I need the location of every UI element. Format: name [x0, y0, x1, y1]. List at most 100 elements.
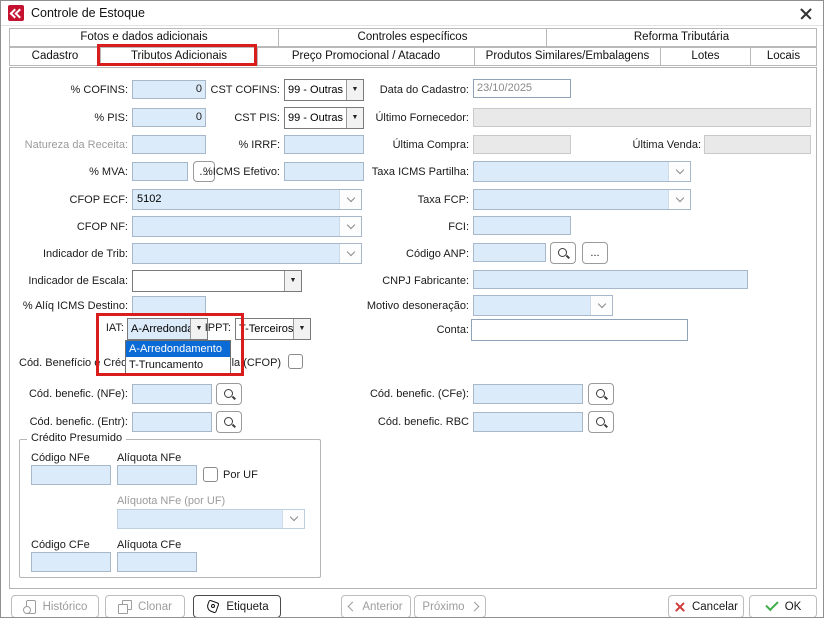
taxa-fcp-combo[interactable]	[473, 189, 691, 210]
clonar-label: Clonar	[138, 601, 172, 613]
cod-benefic-rbc-label: Cód. benefic. RBC	[341, 416, 469, 430]
beneficio-tabela-checkbox[interactable]	[288, 354, 303, 369]
window-title: Controle de Estoque	[31, 6, 145, 20]
tab-preco-promocional-atacado[interactable]: Preço Promocional / Atacado	[257, 47, 475, 66]
cancelar-button[interactable]: Cancelar	[668, 595, 744, 618]
ippt-combo[interactable]: T-Terceiros ▼	[235, 318, 311, 340]
tab-lotes[interactable]: Lotes	[660, 47, 751, 66]
indicador-trib-combo[interactable]	[132, 243, 362, 264]
search-icon	[223, 388, 236, 401]
ok-label: OK	[785, 601, 802, 613]
cfop-nf-value	[133, 217, 339, 236]
cfop-nf-label: CFOP NF:	[7, 221, 128, 235]
cnpj-fabricante-label: CNPJ Fabricante:	[341, 275, 469, 289]
chevron-down-icon	[282, 510, 304, 528]
cod-benefic-rbc-field[interactable]	[473, 412, 583, 432]
ippt-value: T-Terceiros	[236, 319, 293, 339]
clonar-button[interactable]: Clonar	[105, 595, 185, 618]
historico-button[interactable]: Histórico	[11, 595, 99, 618]
cod-benefic-entr-search-button[interactable]	[216, 411, 242, 433]
por-uf-checkbox[interactable]	[203, 467, 218, 482]
codigo-nfe-field[interactable]	[31, 465, 111, 485]
icms-efetivo-label: %ICMS Efetivo:	[159, 166, 280, 180]
indicador-trib-label: Indicador de Trib:	[7, 248, 128, 262]
cancel-x-icon	[674, 601, 686, 613]
dialog-controle-de-estoque: Controle de Estoque Fotos e dados adicio…	[0, 0, 824, 618]
chevron-down-icon[interactable]	[668, 162, 690, 181]
cod-benefic-entr-field[interactable]	[132, 412, 212, 432]
chevron-down-icon[interactable]	[590, 296, 612, 315]
cfop-ecf-value: 5102	[133, 190, 339, 209]
ultima-compra-field	[473, 135, 571, 154]
check-icon	[765, 600, 779, 613]
tab-produtos-similares-embalagens[interactable]: Produtos Similares/Embalagens	[474, 47, 661, 66]
data-cadastro-label: Data do Cadastro:	[341, 84, 469, 98]
aliquota-nfe-label: Alíquota NFe	[117, 452, 207, 466]
cod-benefic-entr-label: Cód. benefic. (Entr):	[7, 416, 128, 430]
tab-reforma-tributaria[interactable]: Reforma Tributária	[546, 28, 817, 47]
motivo-desoneracao-combo[interactable]	[473, 295, 613, 316]
search-icon	[557, 247, 570, 260]
dropdown-arrow-icon[interactable]: ▼	[293, 319, 310, 339]
ultimo-fornecedor-field	[473, 108, 811, 127]
ok-button[interactable]: OK	[749, 595, 817, 618]
cod-benefic-nfe-search-button[interactable]	[216, 383, 242, 405]
taxa-icms-partilha-label: Taxa ICMS Partilha:	[341, 166, 469, 180]
proximo-button[interactable]: Próximo	[414, 595, 486, 618]
conta-label: Conta:	[341, 324, 469, 338]
cfop-ecf-combo[interactable]: 5102	[132, 189, 362, 210]
cod-benefic-cfe-search-button[interactable]	[588, 383, 614, 405]
credito-presumido-title: Crédito Presumido	[27, 432, 126, 444]
cod-benefic-nfe-label: Cód. benefic. (NFe):	[7, 388, 128, 402]
anterior-label: Anterior	[362, 601, 402, 613]
cst-pis-label: CST PIS:	[159, 112, 280, 126]
etiqueta-button[interactable]: Etiqueta	[193, 595, 281, 618]
indicador-escala-label: Indicador de Escala:	[7, 275, 128, 289]
codigo-anp-browse-button[interactable]: ...	[582, 242, 608, 264]
codigo-cfe-field[interactable]	[31, 552, 111, 572]
motivo-desoneracao-label: Motivo desoneração:	[341, 300, 469, 314]
aliquota-nfe-uf-label: Alíquota NFe (por UF)	[117, 495, 277, 509]
conta-field[interactable]	[471, 319, 688, 341]
aliquota-nfe-field[interactable]	[117, 465, 197, 485]
tab-controles-especificos[interactable]: Controles específicos	[278, 28, 547, 47]
chevron-left-icon	[348, 602, 358, 612]
indicador-escala-combo[interactable]: ▼	[132, 270, 302, 292]
codigo-anp-label: Código ANP:	[341, 248, 469, 262]
ultimo-fornecedor-label: Último Fornecedor:	[341, 112, 469, 126]
aliquota-cfe-field[interactable]	[117, 552, 197, 572]
codigo-anp-field[interactable]	[473, 243, 546, 262]
app-icon	[8, 5, 24, 21]
codigo-cfe-label: Código CFe	[31, 539, 111, 553]
search-icon	[595, 416, 608, 429]
codigo-anp-search-button[interactable]	[550, 242, 576, 264]
dropdown-arrow-icon[interactable]: ▼	[284, 271, 301, 291]
cod-benefic-cfe-label: Cód. benefic. (CFe):	[341, 388, 469, 402]
cofins-label: % COFINS:	[7, 84, 128, 98]
taxa-fcp-value	[474, 190, 668, 209]
cod-benefic-nfe-field[interactable]	[132, 384, 212, 404]
cod-benefic-rbc-search-button[interactable]	[588, 411, 614, 433]
por-uf-label: Por UF	[223, 469, 283, 483]
cfop-nf-combo[interactable]	[132, 216, 362, 237]
data-cadastro-field[interactable]: 23/10/2025	[473, 79, 571, 98]
chevron-right-icon	[469, 602, 479, 612]
anterior-button[interactable]: Anterior	[341, 595, 411, 618]
cst-cofins-value: 99 - Outras	[285, 80, 346, 100]
indicador-escala-value	[133, 271, 284, 291]
ultima-venda-label: Última Venda:	[599, 139, 701, 153]
close-icon[interactable]	[797, 5, 815, 23]
taxa-fcp-label: Taxa FCP:	[341, 194, 469, 208]
motivo-desoneracao-value	[474, 296, 590, 315]
cnpj-fabricante-field[interactable]	[473, 270, 748, 289]
taxa-icms-partilha-combo[interactable]	[473, 161, 691, 182]
etiqueta-label: Etiqueta	[226, 601, 268, 613]
cod-benefic-cfe-field[interactable]	[473, 384, 583, 404]
tab-cadastro[interactable]: Cadastro	[9, 47, 101, 66]
tab-locais[interactable]: Locais	[750, 47, 817, 66]
fci-field[interactable]	[473, 216, 571, 235]
chevron-down-icon[interactable]	[668, 190, 690, 209]
historico-label: Histórico	[43, 601, 88, 613]
cst-cofins-label: CST COFINS:	[159, 84, 280, 98]
indicador-trib-value	[133, 244, 339, 263]
